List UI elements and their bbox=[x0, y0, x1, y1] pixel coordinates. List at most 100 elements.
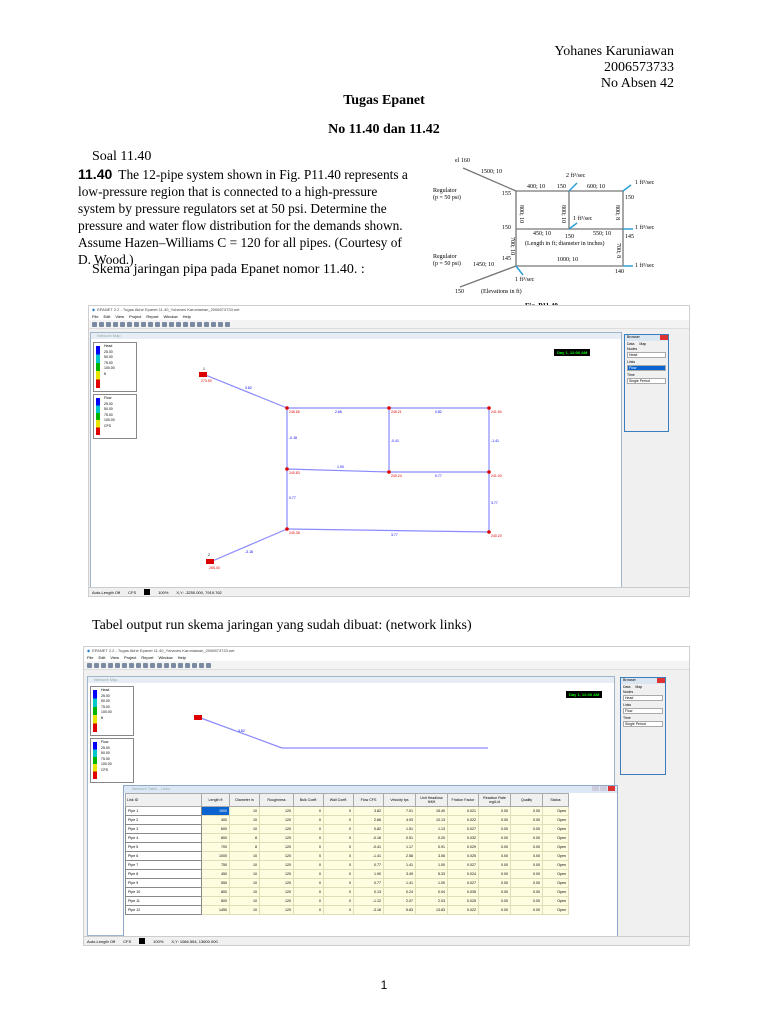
table-cell[interactable]: 0 bbox=[323, 842, 354, 852]
table-cell[interactable]: 0 bbox=[323, 869, 354, 879]
table-cell[interactable]: 0.00 bbox=[478, 878, 511, 888]
table-cell[interactable]: 800 bbox=[201, 896, 230, 906]
table-cell[interactable]: 0.00 bbox=[510, 869, 543, 879]
table-cell[interactable]: 2.58 bbox=[383, 851, 416, 861]
table-cell[interactable]: Pipe 4 bbox=[125, 833, 202, 843]
table-cell[interactable]: 0.035 bbox=[447, 887, 479, 897]
table-cell[interactable]: 0.00 bbox=[478, 851, 511, 861]
table-cell[interactable]: 0.029 bbox=[447, 842, 479, 852]
table-cell[interactable]: 0 bbox=[293, 842, 324, 852]
table-cell[interactable]: 0 bbox=[293, 851, 324, 861]
menu-file[interactable]: File bbox=[92, 314, 98, 319]
menu-report[interactable]: Report bbox=[141, 655, 153, 660]
table-cell[interactable]: 0.00 bbox=[510, 851, 543, 861]
table-cell[interactable]: 700 bbox=[201, 842, 230, 852]
toolbar-button-icon[interactable] bbox=[164, 662, 169, 668]
toolbar-button-icon[interactable] bbox=[108, 662, 113, 668]
table-cell[interactable]: 0.00 bbox=[510, 842, 543, 852]
table-cell[interactable]: 0 bbox=[323, 887, 354, 897]
table-cell[interactable]: 0.024 bbox=[447, 869, 479, 879]
toolbar-button-icon[interactable] bbox=[150, 662, 155, 668]
table-cell[interactable]: 0.82 bbox=[353, 824, 384, 834]
table-cell[interactable]: 0 bbox=[323, 851, 354, 861]
table-row[interactable]: Pipe 6 1000 10 120 0 0 -1.41 2.58 3.06 0.025 0.00 0… bbox=[125, 851, 569, 861]
table-cell[interactable]: 2.07 bbox=[383, 896, 416, 906]
table-cell[interactable]: 0.022 bbox=[447, 905, 479, 915]
table-cell[interactable]: 120 bbox=[259, 878, 294, 888]
table-cell[interactable]: Pipe 5 bbox=[125, 842, 202, 852]
table-cell[interactable]: 0.00 bbox=[510, 824, 543, 834]
table-cell[interactable]: 1.00 bbox=[415, 878, 448, 888]
toolbar-button-icon[interactable] bbox=[113, 321, 118, 327]
table-cell[interactable]: 0.00 bbox=[478, 905, 511, 915]
table-cell[interactable]: Pipe 7 bbox=[125, 860, 202, 870]
network-map-window[interactable]: Network Map Head 25.00 50.00 75.00 100.00 ft … bbox=[87, 676, 618, 945]
table-cell[interactable]: -3.18 bbox=[353, 905, 384, 915]
table-cell[interactable]: 10 bbox=[229, 887, 260, 897]
toolbar-button-icon[interactable] bbox=[122, 662, 127, 668]
pipe-12[interactable] bbox=[209, 528, 288, 563]
table-cell[interactable]: 120 bbox=[259, 842, 294, 852]
table-cell[interactable]: 0.00 bbox=[478, 815, 511, 825]
table-cell[interactable]: 0 bbox=[323, 833, 354, 843]
table-cell[interactable]: 800 bbox=[201, 887, 230, 897]
table-cell[interactable]: 10 bbox=[229, 806, 260, 816]
table-cell[interactable]: 800 bbox=[201, 833, 230, 843]
table-cell[interactable]: 120 bbox=[259, 833, 294, 843]
menu-edit[interactable]: Edit bbox=[98, 655, 105, 660]
table-cell[interactable]: Pipe 1 bbox=[125, 806, 202, 816]
table-row[interactable]: Pipe 8 450 10 120 0 0 1.90 3.49 5.33 0.024 0.00 0.0… bbox=[125, 869, 569, 879]
table-cell[interactable]: 10 bbox=[229, 896, 260, 906]
column-header[interactable]: Unit Headloss ft/Kft bbox=[415, 793, 448, 807]
toolbar-button-icon[interactable] bbox=[129, 662, 134, 668]
table-row[interactable]: Pipe 1 1500 10 120 0 0 3.82 7.01 15.40 0.021 0.00 0… bbox=[125, 806, 569, 816]
table-cell[interactable]: 0.022 bbox=[447, 815, 479, 825]
table-cell[interactable]: 120 bbox=[259, 905, 294, 915]
table-cell[interactable]: 600 bbox=[201, 824, 230, 834]
table-cell[interactable]: 1.51 bbox=[383, 824, 416, 834]
table-cell[interactable]: 0 bbox=[293, 878, 324, 888]
table-cell[interactable]: 120 bbox=[259, 815, 294, 825]
table-cell[interactable]: 8 bbox=[229, 842, 260, 852]
table-cell[interactable]: 0.00 bbox=[510, 896, 543, 906]
toolbar-button-icon[interactable] bbox=[134, 321, 139, 327]
toolbar-button-icon[interactable] bbox=[106, 321, 111, 327]
table-row[interactable]: Pipe 2 400 10 120 0 0 2.66 4.93 10.13 0.022 0.00 0.… bbox=[125, 815, 569, 825]
tab-data[interactable]: Data bbox=[623, 685, 630, 689]
table-cell[interactable]: 550 bbox=[201, 878, 230, 888]
toolbar-button-icon[interactable] bbox=[204, 321, 209, 327]
column-header[interactable]: Velocity fps bbox=[383, 793, 416, 807]
column-header[interactable]: Flow CFS bbox=[353, 793, 384, 807]
table-cell[interactable]: 10 bbox=[229, 824, 260, 834]
table-cell[interactable]: 0.00 bbox=[510, 815, 543, 825]
table-cell[interactable]: 10.13 bbox=[415, 815, 448, 825]
table-cell[interactable]: 0.00 bbox=[510, 887, 543, 897]
column-header[interactable]: Wall Coeff. bbox=[323, 793, 354, 807]
toolbar-button-icon[interactable] bbox=[141, 321, 146, 327]
table-cell[interactable]: 0.00 bbox=[478, 860, 511, 870]
table-cell[interactable]: Pipe 12 bbox=[125, 905, 202, 915]
table-cell[interactable]: Pipe 11 bbox=[125, 896, 202, 906]
table-cell[interactable]: 1.41 bbox=[383, 878, 416, 888]
table-cell[interactable]: Open bbox=[542, 896, 569, 906]
close-icon[interactable] bbox=[657, 678, 665, 683]
time-select[interactable]: Single Period bbox=[627, 378, 666, 384]
toolbar-button-icon[interactable] bbox=[155, 321, 160, 327]
pipe-1[interactable] bbox=[202, 373, 288, 409]
menu-file[interactable]: File bbox=[87, 655, 93, 660]
menu-edit[interactable]: Edit bbox=[103, 314, 110, 319]
table-cell[interactable]: 1.13 bbox=[415, 824, 448, 834]
table-cell[interactable]: 4.93 bbox=[383, 815, 416, 825]
table-cell[interactable]: 1.17 bbox=[383, 842, 416, 852]
table-cell[interactable]: 120 bbox=[259, 887, 294, 897]
table-cell[interactable]: 0.24 bbox=[383, 887, 416, 897]
auto-length-status[interactable]: Auto-Length Off bbox=[87, 939, 115, 944]
table-cell[interactable]: 1.00 bbox=[415, 860, 448, 870]
table-cell[interactable]: 0 bbox=[323, 824, 354, 834]
table-cell[interactable]: 0.00 bbox=[510, 806, 543, 816]
toolbar-button-icon[interactable] bbox=[218, 321, 223, 327]
time-select[interactable]: Single Period bbox=[623, 721, 663, 727]
table-cell[interactable]: 10 bbox=[229, 815, 260, 825]
table-cell[interactable]: Open bbox=[542, 833, 569, 843]
table-cell[interactable]: 0.00 bbox=[510, 905, 543, 915]
